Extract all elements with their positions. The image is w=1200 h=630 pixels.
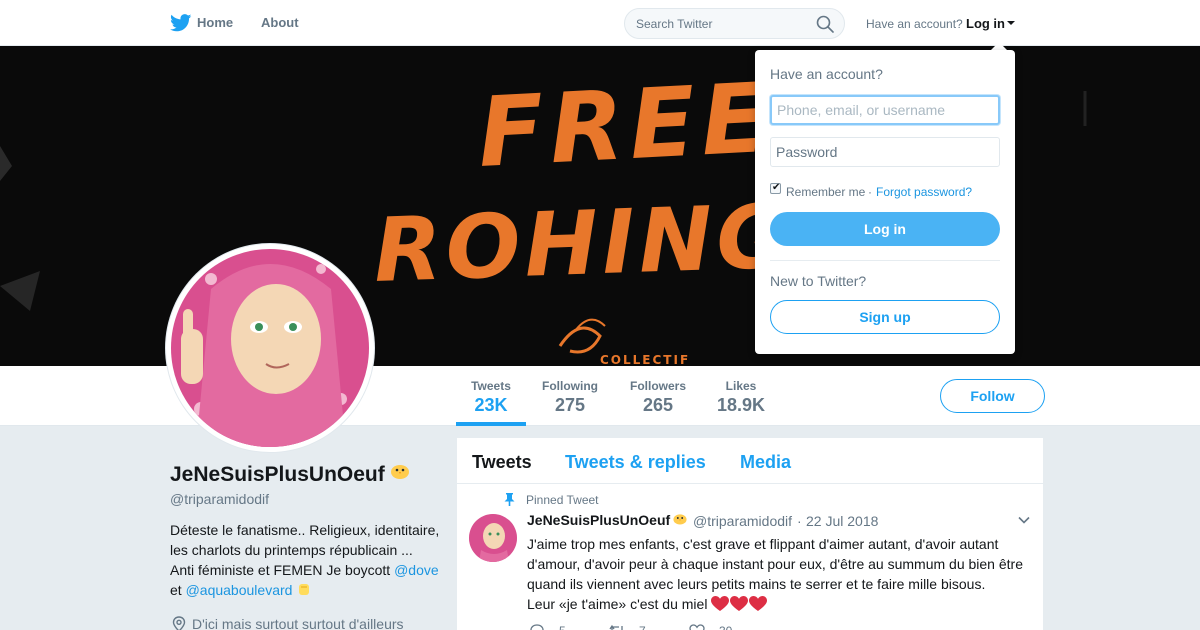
checkmark-icon: ✔ xyxy=(772,182,781,193)
tweet-separator: · xyxy=(797,513,802,529)
tweet-author-name[interactable]: JeNeSuisPlusUnOeuf xyxy=(527,512,670,528)
stat-following[interactable]: Following 275 xyxy=(536,366,604,426)
search-icon[interactable] xyxy=(816,15,834,33)
mention-link[interactable]: @aquaboulevard xyxy=(186,582,293,598)
separator-dot: · xyxy=(868,185,872,199)
stat-value: 18.9K xyxy=(716,395,766,415)
signup-button[interactable]: Sign up xyxy=(770,300,1000,334)
stat-value: 275 xyxy=(554,395,586,415)
tab-tweets[interactable]: Tweets xyxy=(472,452,532,473)
tweet-avatar[interactable] xyxy=(469,514,517,562)
tweet-text: J'aime trop mes enfants, c'est grave et … xyxy=(527,534,1027,614)
twitter-bird-icon[interactable] xyxy=(170,14,192,32)
profile-handle[interactable]: @triparamidodif xyxy=(170,491,269,507)
red-heart-icon xyxy=(730,596,749,611)
account-prompt: Have an account? xyxy=(866,17,963,31)
username-field[interactable] xyxy=(770,95,1000,125)
like-icon xyxy=(689,624,705,630)
tab-tweets-and-replies[interactable]: Tweets & replies xyxy=(565,452,706,473)
red-heart-icon xyxy=(711,596,730,611)
stat-label: Followers xyxy=(629,379,686,393)
remember-me-checkbox[interactable]: ✔ xyxy=(770,182,781,194)
stat-followers[interactable]: Followers 265 xyxy=(624,366,692,426)
chevron-down-icon[interactable] xyxy=(1018,514,1030,526)
tweet-timestamp[interactable]: 22 Jul 2018 xyxy=(806,513,878,529)
top-navigation: Home About Have an account? Log in xyxy=(0,0,1200,46)
retweet-count: 7 xyxy=(639,624,646,630)
caret-down-icon[interactable] xyxy=(1007,21,1015,25)
tweet-text-line2: Leur «je t'aime» c'est du miel xyxy=(527,596,708,612)
stat-value: 23K xyxy=(474,395,508,415)
login-dropdown: Have an account? ✔ Remember me · Forgot … xyxy=(755,50,1015,354)
bio-and: et xyxy=(170,582,182,598)
nav-about-link[interactable]: About xyxy=(261,15,299,30)
avatar-illustration xyxy=(171,249,369,447)
retweet-icon xyxy=(609,624,623,630)
reply-icon xyxy=(530,624,544,630)
dropdown-divider xyxy=(770,260,1000,261)
profile-location: D'ici mais surtout surtout d'ailleurs xyxy=(192,616,404,630)
tabs-divider xyxy=(457,483,1043,484)
search-box xyxy=(624,8,845,39)
tweet-author-handle[interactable]: @triparamidodif xyxy=(693,513,792,529)
tab-media[interactable]: Media xyxy=(740,452,791,473)
pin-icon xyxy=(504,493,515,506)
stat-likes[interactable]: Likes 18.9K xyxy=(710,366,772,426)
like-count: 30 xyxy=(719,624,732,630)
banner-text-line1: FREE xyxy=(475,62,775,189)
avatar[interactable] xyxy=(166,244,374,452)
reply-count: 5 xyxy=(559,624,566,630)
chick-emoji-icon xyxy=(673,514,687,525)
new-to-twitter-label: New to Twitter? xyxy=(770,273,867,289)
follow-button[interactable]: Follow xyxy=(940,379,1045,413)
forgot-password-link[interactable]: Forgot password? xyxy=(876,185,972,199)
nav-home-link[interactable]: Home xyxy=(197,15,233,30)
search-input[interactable] xyxy=(636,9,806,38)
timeline: Tweets Tweets & replies Media Pinned Twe… xyxy=(456,437,1044,630)
stat-label: Likes xyxy=(725,379,757,393)
login-dropdown-title: Have an account? xyxy=(770,66,883,82)
raised-fist-icon xyxy=(299,584,310,595)
stat-tweets[interactable]: Tweets 23K xyxy=(456,366,526,426)
tweet-text-body: J'aime trop mes enfants, c'est grave et … xyxy=(527,536,1023,592)
password-field[interactable] xyxy=(770,137,1000,167)
stat-label: Following xyxy=(542,379,598,393)
pinned-tweet-label: Pinned Tweet xyxy=(526,493,599,507)
stat-label: Tweets xyxy=(471,379,511,393)
login-menu-toggle[interactable]: Log in xyxy=(966,16,1005,31)
remember-me-label[interactable]: Remember me xyxy=(786,185,865,199)
location-pin-icon xyxy=(172,616,186,630)
red-heart-icon xyxy=(749,596,768,611)
chick-emoji-icon xyxy=(391,465,409,479)
mention-link[interactable]: @dove xyxy=(394,562,439,578)
login-submit-button[interactable]: Log in xyxy=(770,212,1000,246)
tweet-avatar-illustration xyxy=(469,514,517,562)
banner-text-footer: COLLECTIF xyxy=(600,353,690,366)
profile-name[interactable]: JeNeSuisPlusUnOeuf xyxy=(170,463,385,487)
stat-value: 265 xyxy=(642,395,674,415)
profile-bio: Déteste le fanatisme.. Religieux, identi… xyxy=(170,520,440,600)
